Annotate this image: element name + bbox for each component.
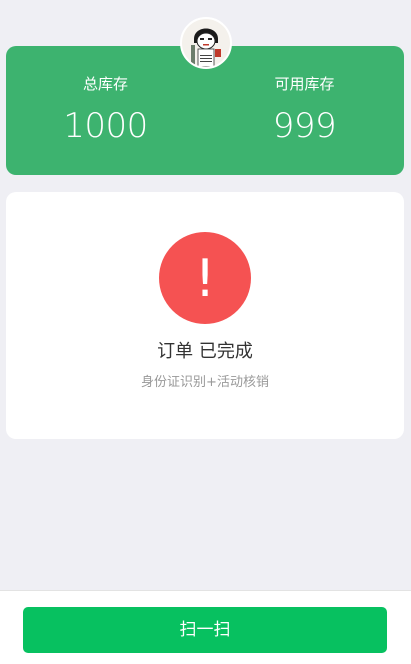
total-stock-label: 总库存 xyxy=(82,75,128,93)
available-stock-label: 可用库存 xyxy=(274,75,335,93)
order-status-card: ! 订单 已完成 身份证识别+活动核销 xyxy=(6,192,404,439)
order-status-subtitle: 身份证识别+活动核销 xyxy=(141,375,269,390)
bottom-action-bar: 扫一扫 xyxy=(0,590,411,664)
exclamation-glyph: ! xyxy=(195,249,216,309)
exclamation-icon: ! xyxy=(159,232,251,324)
user-avatar xyxy=(180,17,232,69)
scan-button[interactable]: 扫一扫 xyxy=(23,607,387,653)
total-stock-value: 1000 xyxy=(63,106,148,146)
order-status-title: 订单 已完成 xyxy=(157,341,253,362)
available-stock-value: 999 xyxy=(272,106,337,146)
exclamation-mark: ! xyxy=(195,249,216,309)
user-avatar-icon xyxy=(182,19,230,67)
